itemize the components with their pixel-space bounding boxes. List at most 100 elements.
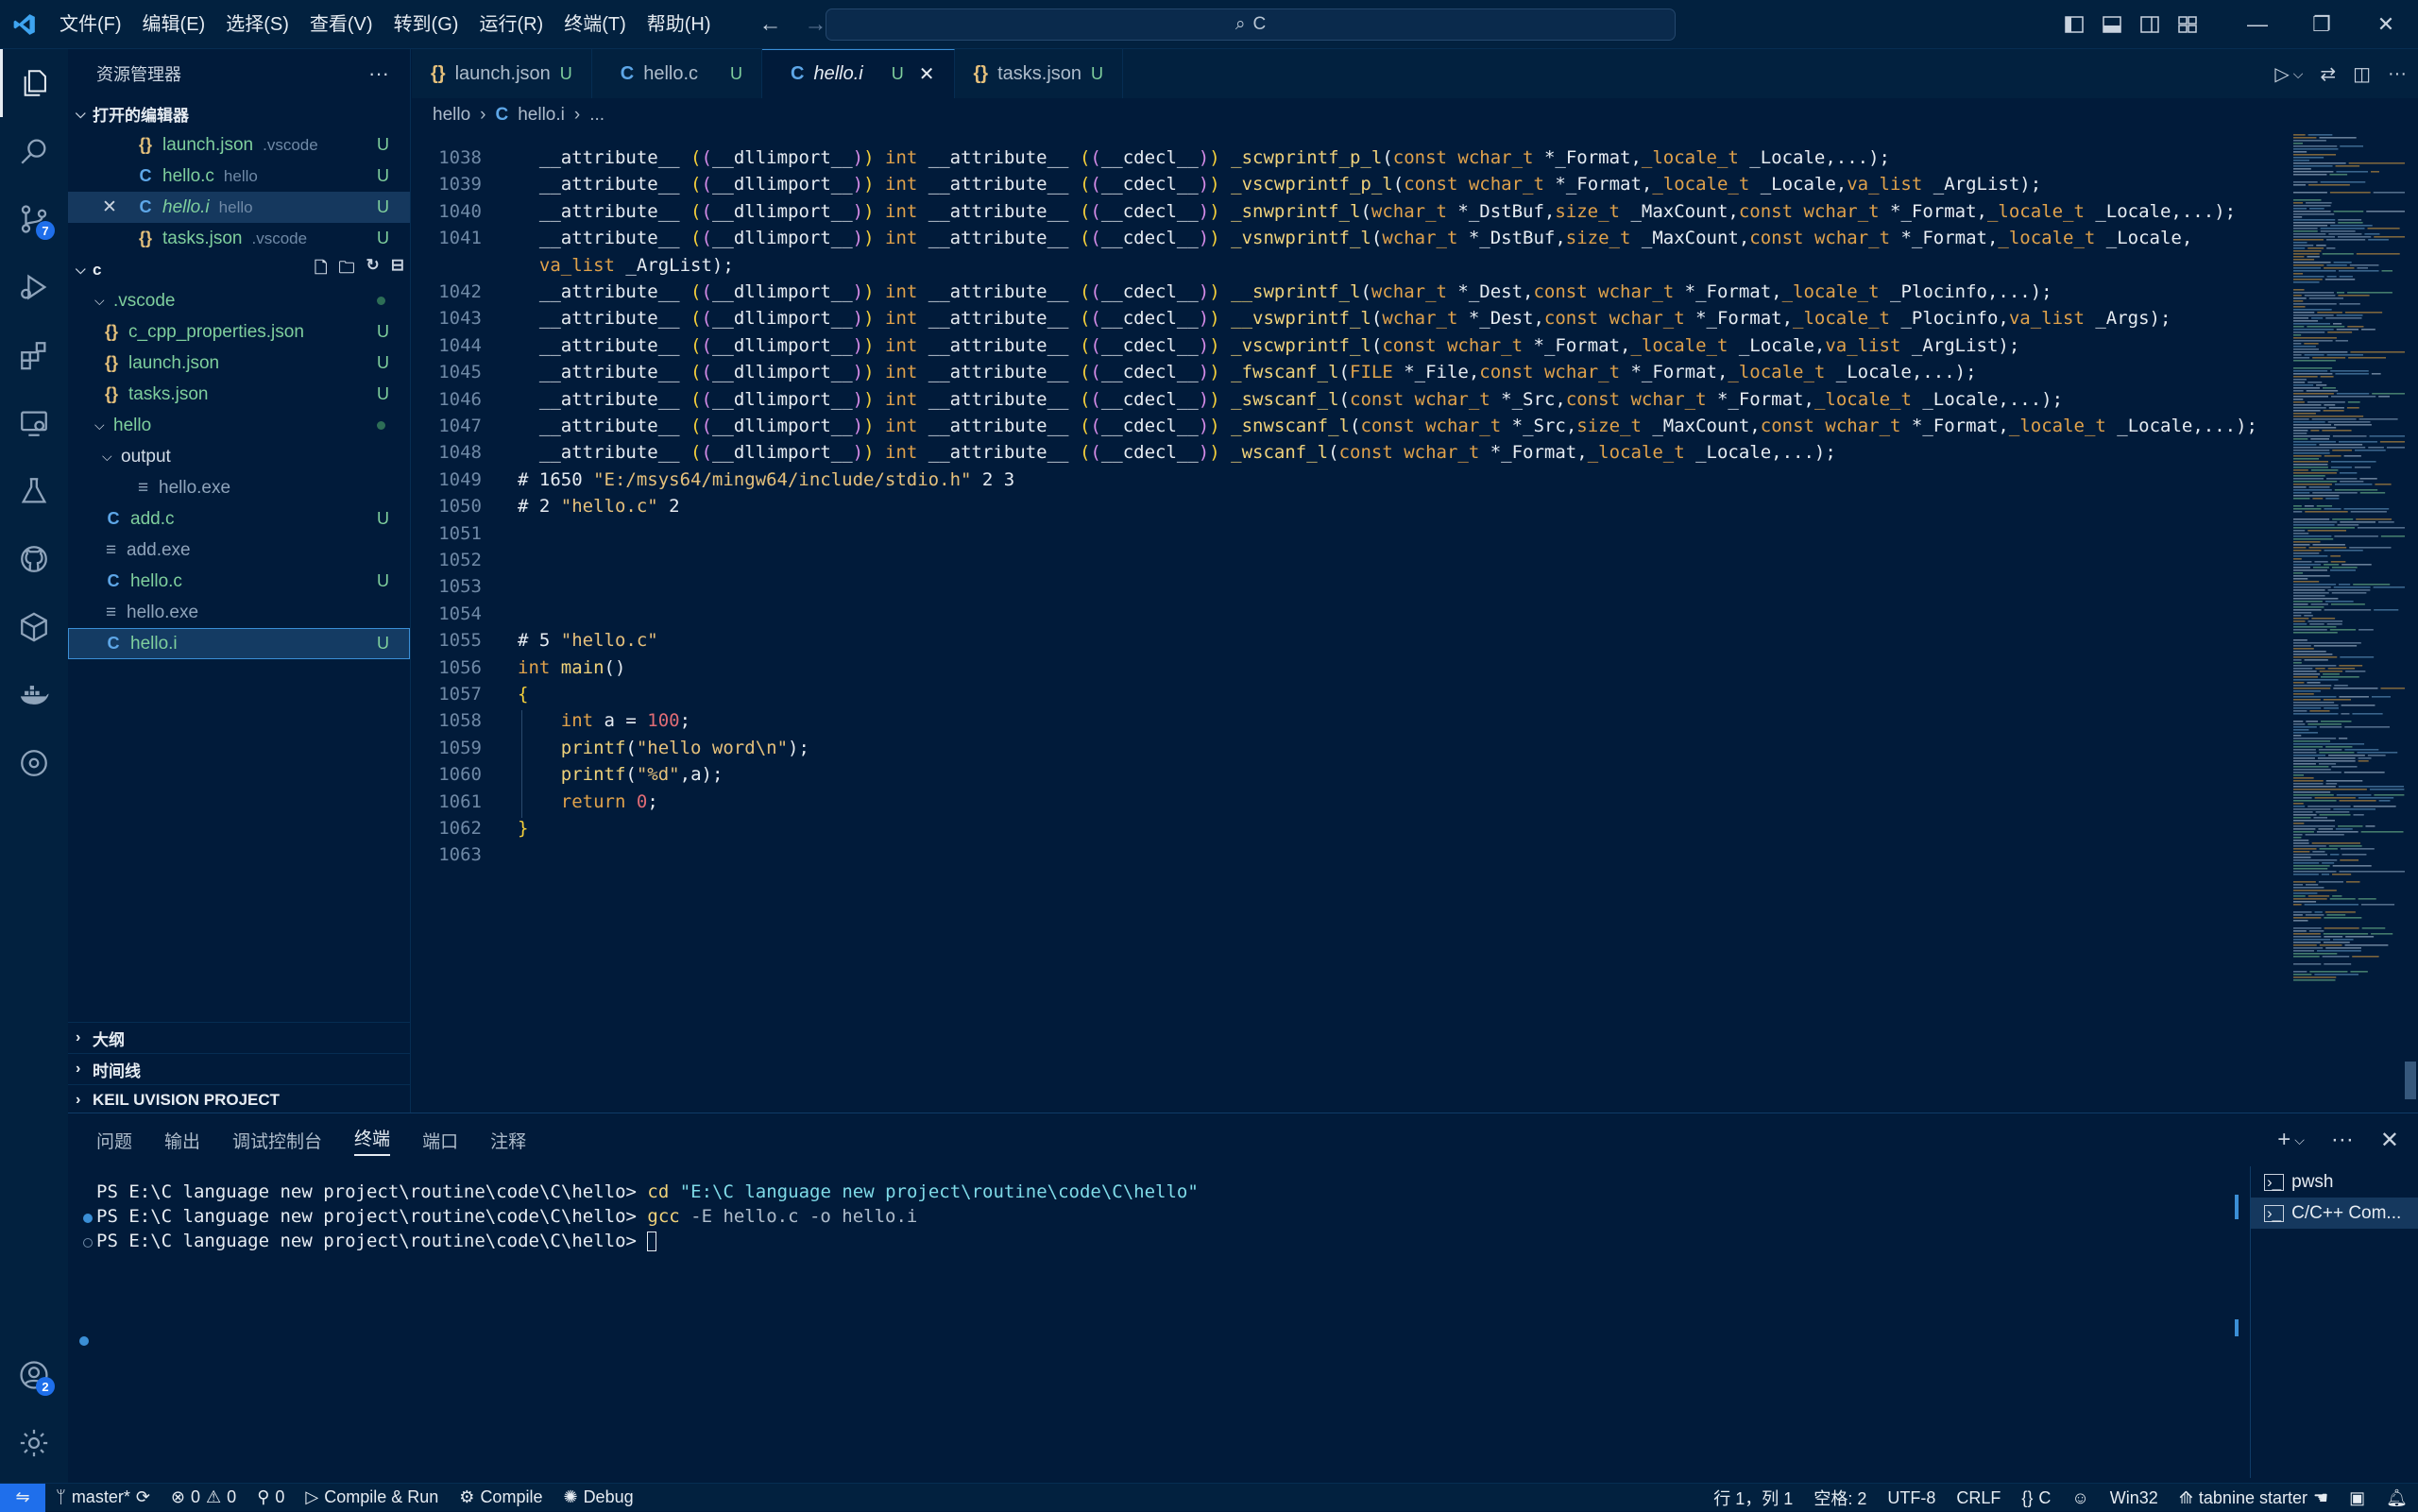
- tree-file-output-hello-exe[interactable]: ≡ hello.exe: [68, 472, 410, 503]
- close-icon[interactable]: ✕: [102, 196, 134, 218]
- target-circle-icon[interactable]: [0, 729, 68, 797]
- accounts-icon[interactable]: 2: [0, 1341, 68, 1409]
- docker-whale-icon[interactable]: [0, 661, 68, 729]
- problems-indicator[interactable]: ⊗ 0 ⚠ 0: [161, 1487, 247, 1507]
- open-editor-hello-i[interactable]: ✕ Chello.i hello U: [68, 192, 410, 223]
- indentation[interactable]: 空格: 2: [1803, 1486, 1877, 1510]
- close-panel-icon[interactable]: ✕: [2380, 1127, 2399, 1154]
- refresh-icon[interactable]: ↻: [366, 256, 380, 283]
- panel-tab-comments[interactable]: 注释: [490, 1128, 526, 1153]
- copilot-icon[interactable]: ☺: [2061, 1488, 2099, 1508]
- menu-help[interactable]: 帮助(H): [637, 0, 722, 49]
- cursor-position[interactable]: 行 1，列 1: [1703, 1486, 1803, 1510]
- tree-file-c-cpp-properties[interactable]: {} c_cpp_properties.json U: [68, 316, 410, 348]
- open-editor-tasks-json[interactable]: {} tasks.json .vscode U: [68, 223, 410, 254]
- tree-file-add-c[interactable]: Cadd.c U: [68, 503, 410, 535]
- language-mode[interactable]: {} C: [2011, 1488, 2061, 1508]
- menu-edit[interactable]: 编辑(E): [132, 0, 216, 49]
- outline-section[interactable]: › 大纲: [68, 1022, 411, 1053]
- panel-tab-debug-console[interactable]: 调试控制台: [232, 1128, 322, 1153]
- debug-button[interactable]: ✺ Debug: [553, 1487, 643, 1507]
- folder-c-header[interactable]: ⌵ C 🗋 🗀 ↻ ⊟: [68, 254, 410, 285]
- run-debug-icon[interactable]: [0, 253, 68, 321]
- tabnine-status[interactable]: ⟰ tabnine starter ☚: [2169, 1488, 2339, 1508]
- testing-flask-icon[interactable]: [0, 457, 68, 525]
- compile-run-button[interactable]: ▷ Compile & Run: [295, 1487, 449, 1507]
- tree-file-hello-c[interactable]: Chello.c U: [68, 566, 410, 597]
- toggle-primary-sidebar-icon[interactable]: [2055, 0, 2093, 49]
- back-arrow-icon[interactable]: ←: [759, 11, 782, 38]
- layout-icon[interactable]: ▣: [2339, 1488, 2375, 1508]
- toggle-panel-icon[interactable]: [2093, 0, 2131, 49]
- editor-scrollbar-thumb[interactable]: [2405, 1062, 2416, 1099]
- terminal-item-cpp-compile[interactable]: ›_ C/C++ Com...: [2251, 1198, 2418, 1229]
- toggle-secondary-sidebar-icon[interactable]: [2131, 0, 2169, 49]
- remote-explorer-icon[interactable]: [0, 389, 68, 457]
- close-window-icon[interactable]: ✕: [2354, 0, 2418, 49]
- more-actions-icon[interactable]: ···: [2388, 63, 2407, 85]
- new-folder-icon[interactable]: 🗀: [339, 256, 355, 283]
- end-of-line[interactable]: CRLF: [1946, 1488, 2011, 1508]
- open-editor-hello-c[interactable]: Chello.c hello U: [68, 161, 410, 192]
- encoding[interactable]: UTF-8: [1877, 1488, 1946, 1508]
- tree-folder-output[interactable]: ⌵ output: [68, 441, 410, 472]
- notifications-bell-icon[interactable]: 🔔︎: [2375, 1488, 2418, 1508]
- tab-hello-i[interactable]: Chello.i U ✕: [762, 49, 955, 98]
- source-control-icon[interactable]: 7: [0, 185, 68, 253]
- tree-folder-vscode[interactable]: ⌵ .vscode: [68, 285, 410, 316]
- tab-hello-c[interactable]: Chello.c U: [592, 49, 763, 98]
- tree-file-tasks-json[interactable]: {} tasks.json U: [68, 379, 410, 410]
- terminal-item-pwsh[interactable]: ›_ pwsh: [2251, 1166, 2418, 1198]
- branch-indicator[interactable]: ᛘ master* ⟳: [45, 1487, 161, 1507]
- new-terminal-icon[interactable]: +: [2277, 1127, 2290, 1153]
- forward-arrow-icon[interactable]: →: [805, 11, 827, 38]
- customize-layout-icon[interactable]: [2169, 0, 2206, 49]
- new-file-icon[interactable]: 🗋: [315, 256, 328, 283]
- remote-indicator-icon[interactable]: ⇋: [0, 1483, 45, 1512]
- menu-selection[interactable]: 选择(S): [215, 0, 299, 49]
- settings-gear-icon[interactable]: [0, 1409, 68, 1477]
- breadcrumb-file[interactable]: hello.i: [518, 105, 565, 126]
- panel-tab-problems[interactable]: 问题: [96, 1128, 132, 1153]
- menu-file[interactable]: 文件(F): [49, 0, 132, 49]
- tree-file-hello-exe[interactable]: ≡ hello.exe: [68, 597, 410, 628]
- collapse-all-icon[interactable]: ⊟: [391, 256, 404, 283]
- chevron-down-icon[interactable]: ⌵: [2293, 66, 2304, 82]
- ports-indicator[interactable]: ⚲ 0: [247, 1487, 295, 1507]
- tab-launch-json[interactable]: {} launch.json U: [412, 49, 592, 98]
- more-actions-icon[interactable]: ···: [2331, 1127, 2354, 1153]
- panel-tab-ports[interactable]: 端口: [422, 1128, 458, 1153]
- split-editor-icon[interactable]: ◫: [2353, 62, 2371, 86]
- restore-window-icon[interactable]: ❐: [2290, 0, 2354, 49]
- package-cube-icon[interactable]: [0, 593, 68, 661]
- tree-file-hello-i[interactable]: Chello.i U: [68, 628, 410, 659]
- tree-file-launch-json[interactable]: {} launch.json U: [68, 348, 410, 379]
- timeline-section[interactable]: › 时间线: [68, 1053, 411, 1084]
- code-editor[interactable]: 1038 __attribute__ ((__dllimport__)) int…: [412, 132, 2291, 1113]
- keil-project-section[interactable]: › KEIL UVISION PROJECT: [68, 1084, 411, 1115]
- terminal-output[interactable]: PS E:\C language new project\routine\cod…: [83, 1181, 1199, 1255]
- compare-changes-icon[interactable]: ⇄: [2320, 62, 2336, 86]
- minimap[interactable]: [2291, 132, 2405, 1096]
- close-tab-icon[interactable]: ✕: [919, 62, 935, 86]
- breadcrumb-folder[interactable]: hello: [433, 105, 470, 126]
- github-icon[interactable]: [0, 525, 68, 593]
- open-editor-launch-json[interactable]: {} launch.json .vscode U: [68, 129, 410, 161]
- menu-view[interactable]: 查看(V): [299, 0, 383, 49]
- tree-file-add-exe[interactable]: ≡ add.exe: [68, 535, 410, 566]
- breadcrumb-symbol[interactable]: ...: [589, 105, 604, 126]
- tree-folder-hello[interactable]: ⌵ hello: [68, 410, 410, 441]
- compile-button[interactable]: ⚙ Compile: [449, 1487, 553, 1507]
- open-editors-header[interactable]: ⌵ 打开的编辑器: [68, 98, 410, 129]
- menu-go[interactable]: 转到(G): [383, 0, 469, 49]
- menu-terminal[interactable]: 终端(T): [553, 0, 637, 49]
- menu-run[interactable]: 运行(R): [468, 0, 553, 49]
- tab-tasks-json[interactable]: {} tasks.json U: [955, 49, 1124, 98]
- panel-tab-terminal[interactable]: 终端: [354, 1125, 391, 1156]
- platform-config[interactable]: Win32: [2100, 1488, 2169, 1508]
- explorer-icon[interactable]: [0, 49, 68, 117]
- extensions-icon[interactable]: [0, 321, 68, 389]
- chevron-down-icon[interactable]: ⌵: [2294, 1132, 2305, 1148]
- panel-tab-output[interactable]: 输出: [164, 1128, 200, 1153]
- more-actions-icon[interactable]: ···: [368, 61, 389, 86]
